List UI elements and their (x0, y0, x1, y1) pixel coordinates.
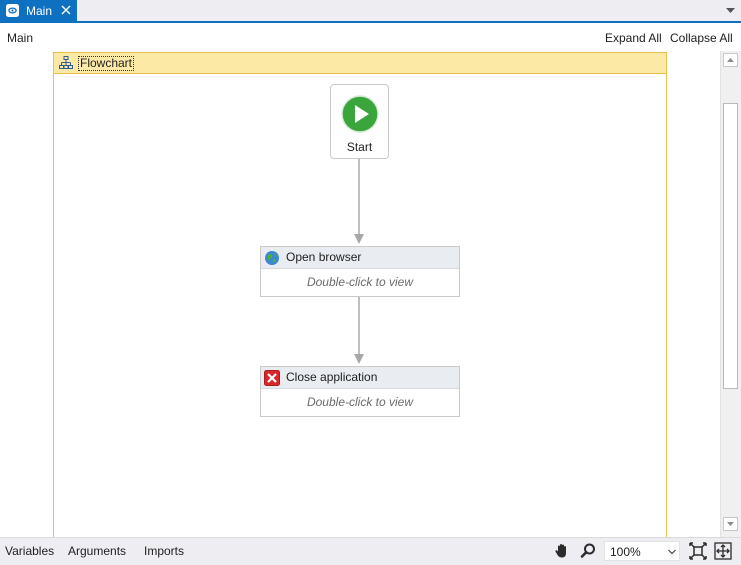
designer-header: Main Expand All Collapse All (0, 25, 741, 51)
tab-list-dropdown-icon[interactable] (726, 8, 735, 14)
activity-hint: Double-click to view (306, 275, 414, 289)
magnifier-icon[interactable] (579, 542, 597, 560)
expand-all-link[interactable]: Expand All (605, 31, 662, 45)
tab-main[interactable]: Main (0, 0, 77, 21)
activity-title: Open browser (286, 250, 362, 264)
activity-hint: Double-click to view (306, 395, 414, 409)
workflow-document-icon (6, 4, 19, 17)
imports-tab[interactable]: Imports (144, 544, 184, 558)
designer-bottom-bar: Variables Arguments Imports 100% (0, 537, 741, 565)
close-tab-icon[interactable] (59, 3, 73, 17)
scrollbar-thumb[interactable] (723, 103, 738, 389)
hand-pan-icon[interactable] (553, 542, 571, 560)
start-node[interactable]: Start (330, 84, 389, 159)
variables-tab[interactable]: Variables (5, 544, 54, 558)
arrow-down-icon (727, 522, 734, 526)
scroll-down-button[interactable] (723, 517, 738, 531)
collapse-all-link[interactable]: Collapse All (670, 31, 733, 45)
activity-header[interactable]: Open browser (261, 247, 459, 269)
arrow-up-icon (727, 58, 734, 62)
fit-to-screen-icon[interactable] (689, 542, 707, 560)
flowchart-container[interactable]: Flowchart Start Open browser Double-clic… (53, 52, 667, 537)
overview-icon[interactable] (714, 542, 732, 560)
zoom-level-value: 100% (610, 545, 641, 559)
flowchart-title[interactable]: Flowchart (78, 56, 135, 71)
arguments-tab[interactable]: Arguments (68, 544, 126, 558)
designer-canvas[interactable]: Flowchart Start Open browser Double-clic… (0, 51, 720, 537)
zoom-level-select[interactable]: 100% (604, 541, 680, 561)
start-label: Start (346, 140, 373, 154)
flowchart-icon (59, 56, 73, 69)
tab-main-label: Main (26, 4, 53, 18)
vertical-scrollbar[interactable] (720, 51, 741, 537)
activity-title: Close application (286, 370, 378, 384)
activity-close-application[interactable]: Close application Double-click to view (260, 366, 460, 417)
connector-start-to-open (354, 159, 364, 244)
activity-open-browser[interactable]: Open browser Double-click to view (260, 246, 460, 297)
breadcrumb[interactable]: Main (7, 31, 33, 45)
activity-header[interactable]: Close application (261, 367, 459, 389)
scroll-up-button[interactable] (723, 53, 738, 67)
red-x-icon (264, 370, 280, 386)
document-tab-strip: Main (0, 0, 741, 23)
flowchart-header[interactable]: Flowchart (54, 53, 666, 74)
globe-icon (265, 251, 279, 265)
chevron-down-icon (668, 549, 676, 555)
connector-open-to-close (354, 297, 364, 364)
play-icon (341, 95, 379, 133)
